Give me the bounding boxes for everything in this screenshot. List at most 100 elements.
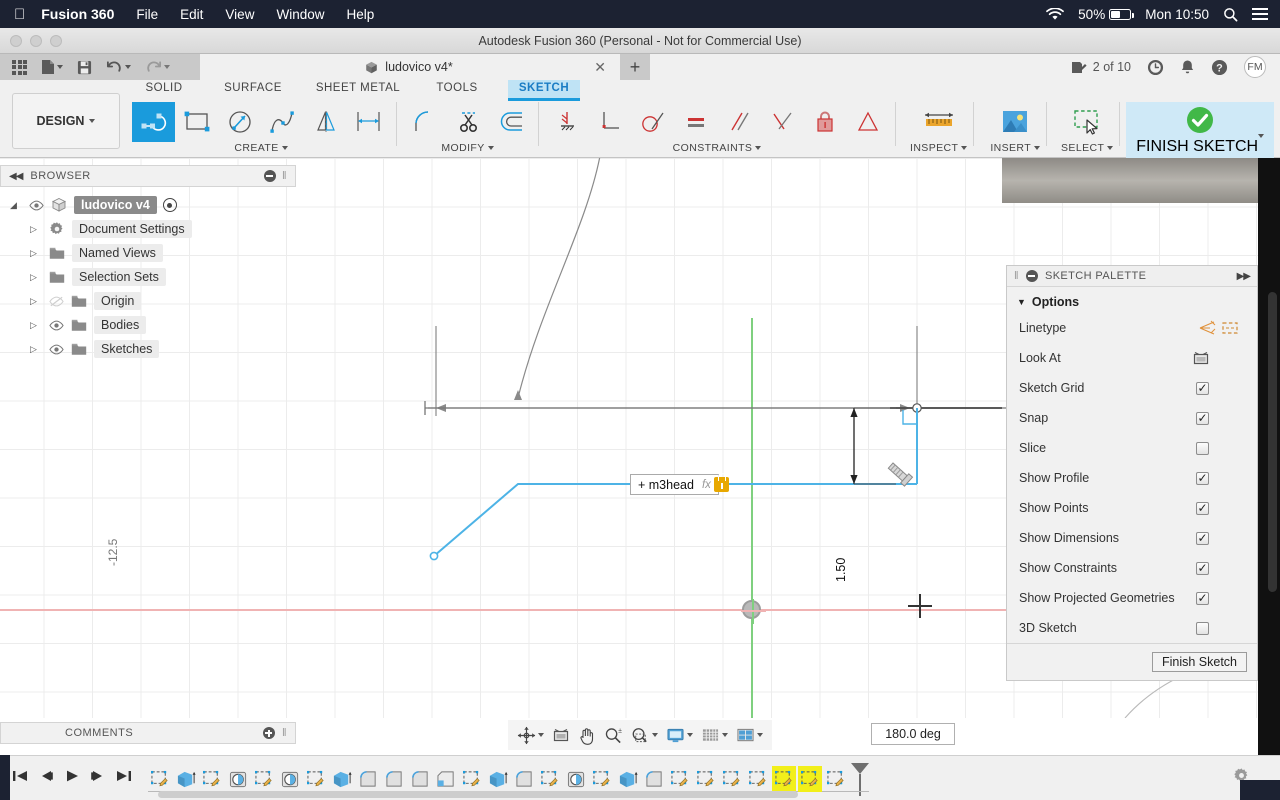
go-to-end-icon[interactable] <box>116 769 132 788</box>
activate-component-icon[interactable] <box>162 198 177 212</box>
timeline-item[interactable] <box>174 766 198 792</box>
menu-window[interactable]: Window <box>276 7 324 22</box>
document-tab-ludovico[interactable]: ludovico v4* ✕ <box>200 54 620 80</box>
centerline-linetype-icon[interactable] <box>1219 320 1241 336</box>
pan-icon[interactable] <box>575 723 599 747</box>
show-projected-geometries-checkbox[interactable] <box>1196 591 1209 605</box>
midpoint-constraint[interactable] <box>760 102 803 142</box>
menu-view[interactable]: View <box>225 7 254 22</box>
sketch-origin-point[interactable] <box>741 599 766 624</box>
eye-hidden-icon[interactable] <box>48 296 64 307</box>
show-profile-checkbox[interactable] <box>1196 471 1209 485</box>
timeline-item[interactable] <box>382 766 406 792</box>
viewports-icon[interactable] <box>733 723 766 747</box>
sketch-palette-row-linetype[interactable]: Linetype <box>1007 313 1257 343</box>
grip-icon[interactable]: ‖ <box>1014 270 1019 282</box>
zoom-icon[interactable]: ± <box>601 723 626 747</box>
sketch-palette-row-show-projected-geometries[interactable]: Show Projected Geometries <box>1007 583 1257 613</box>
3d-sketch-checkbox[interactable] <box>1196 621 1209 635</box>
mirror-tool[interactable] <box>304 102 347 142</box>
finish-sketch-button[interactable]: FINISH SKETCH <box>1126 102 1275 158</box>
browser-item-document-settings[interactable]: ▷ Document Settings <box>0 217 296 241</box>
triangle-expand-icon[interactable]: ▷ <box>30 224 42 235</box>
timeline-item[interactable] <box>226 766 250 792</box>
chevron-down-icon[interactable] <box>1107 146 1114 150</box>
timeline-item[interactable] <box>824 766 848 792</box>
sketch-grid-checkbox[interactable] <box>1196 381 1209 395</box>
trim-tool[interactable] <box>446 102 489 142</box>
chevron-down-icon[interactable] <box>961 146 968 150</box>
sketch-palette-row-show-profile[interactable]: Show Profile <box>1007 463 1257 493</box>
bell-icon[interactable] <box>1180 59 1195 76</box>
slice-checkbox[interactable] <box>1196 441 1209 455</box>
grip-icon[interactable]: ‖ <box>282 170 287 182</box>
browser-item-sketches[interactable]: ▷ Sketches <box>0 337 296 361</box>
wifi-icon[interactable] <box>1046 7 1065 21</box>
timeline-item[interactable] <box>304 766 328 792</box>
offset-tool[interactable] <box>489 102 532 142</box>
add-comment-icon[interactable] <box>262 727 275 739</box>
chevron-down-icon[interactable] <box>722 733 728 737</box>
parallel-constraint[interactable] <box>717 102 760 142</box>
chevron-down-icon[interactable] <box>757 733 763 737</box>
timeline-item[interactable] <box>694 766 718 792</box>
insert-image-tool[interactable] <box>994 102 1037 142</box>
timeline-horizontal-scrollbar[interactable] <box>158 791 798 798</box>
show-points-checkbox[interactable] <box>1196 501 1209 515</box>
timeline-item[interactable] <box>746 766 770 792</box>
tab-tools[interactable]: TOOLS <box>428 82 486 94</box>
construction-linetype-icon[interactable] <box>1197 320 1219 336</box>
triangle-expand-icon[interactable]: ▷ <box>30 272 42 283</box>
chevron-down-icon[interactable] <box>538 733 544 737</box>
add-tab-icon[interactable]: + <box>620 54 650 80</box>
expand-right-icon[interactable]: ▶▶ <box>1237 271 1251 282</box>
chevron-down-icon[interactable] <box>1258 134 1265 155</box>
undo-icon[interactable] <box>102 56 135 78</box>
grid-snaps-icon[interactable] <box>698 723 731 747</box>
close-icon[interactable]: ✕ <box>594 59 606 76</box>
new-document-icon[interactable] <box>37 56 67 78</box>
timeline-item[interactable] <box>538 766 562 792</box>
sketch-palette-row-3d-sketch[interactable]: 3D Sketch <box>1007 613 1257 643</box>
redo-icon[interactable] <box>141 56 174 78</box>
spline-tool[interactable] <box>261 102 304 142</box>
menubar-clock[interactable]: Mon 10:50 <box>1145 7 1209 22</box>
timeline-item[interactable] <box>408 766 432 792</box>
help-icon[interactable]: ? <box>1211 59 1228 76</box>
apple-logo-icon[interactable]:  <box>14 7 25 22</box>
timeline-item[interactable] <box>642 766 666 792</box>
show-dimensions-checkbox[interactable] <box>1196 531 1209 545</box>
recent-history-icon[interactable] <box>1147 59 1164 76</box>
timeline-item[interactable] <box>278 766 302 792</box>
collapse-left-icon[interactable]: ◀◀ <box>9 171 23 182</box>
sketch-palette-row-slice[interactable]: Slice <box>1007 433 1257 463</box>
timeline-item[interactable] <box>434 766 458 792</box>
coincident-constraint[interactable] <box>545 102 588 142</box>
minimize-icon[interactable] <box>1025 270 1038 282</box>
tangent-constraint[interactable] <box>631 102 674 142</box>
grid-apps-icon[interactable] <box>8 56 31 78</box>
close-window-button[interactable] <box>10 35 22 47</box>
line-tool[interactable] <box>132 102 175 142</box>
look-at-icon[interactable] <box>1190 350 1212 366</box>
menu-edit[interactable]: Edit <box>180 7 203 22</box>
fx-icon[interactable]: fx <box>702 479 711 491</box>
dimension-vertical-150[interactable]: 1.50 <box>834 558 848 582</box>
finish-sketch-palette-button[interactable]: Finish Sketch <box>1151 652 1247 672</box>
job-status[interactable]: 2 of 10 <box>1071 60 1131 75</box>
avatar[interactable]: FM <box>1244 56 1266 78</box>
chevron-down-icon[interactable] <box>1034 146 1041 150</box>
maximize-window-button[interactable] <box>50 35 62 47</box>
triangle-expand-icon[interactable]: ▷ <box>30 296 42 307</box>
step-forward-icon[interactable] <box>90 769 106 788</box>
select-tool[interactable] <box>1066 102 1109 142</box>
control-center-icon[interactable] <box>1252 5 1268 23</box>
tab-surface[interactable]: SURFACE <box>218 82 288 94</box>
timeline-item-highlighted[interactable] <box>798 766 822 792</box>
sketch-palette-row-show-points[interactable]: Show Points <box>1007 493 1257 523</box>
browser-item-ludovico[interactable]: ◢ ludovico v4 <box>0 193 296 217</box>
search-icon[interactable] <box>1223 7 1238 22</box>
browser-item-named-views[interactable]: ▷ Named Views <box>0 241 296 265</box>
timeline-item[interactable] <box>252 766 276 792</box>
timeline-item-highlighted[interactable] <box>772 766 796 792</box>
